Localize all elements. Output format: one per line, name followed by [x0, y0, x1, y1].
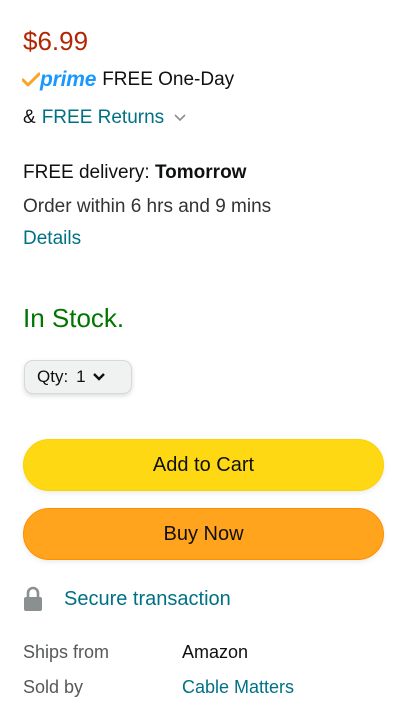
stock-status: In Stock. — [23, 303, 125, 333]
prime-check-icon — [22, 72, 40, 87]
prime-shipping-text: FREE One-Day — [102, 69, 235, 90]
delivery-date: Tomorrow — [154, 162, 247, 183]
delivery-label: FREE delivery: — [23, 162, 150, 183]
chevron-down-icon — [92, 372, 106, 382]
sold-by-row: Sold by Cable Matters — [23, 677, 294, 698]
buy-now-button[interactable]: Buy Now — [23, 508, 384, 560]
order-within-text: Order within 6 hrs and 9 mins — [23, 196, 272, 217]
ships-from-row: Ships from Amazon — [23, 642, 248, 663]
quantity-dropdown[interactable]: Qty: 1 — [24, 360, 132, 394]
delivery-info: FREE delivery: Tomorrow — [23, 162, 246, 184]
quantity-value: 1 — [76, 367, 86, 386]
seller-link[interactable]: Cable Matters — [182, 677, 294, 698]
returns-prefix: & — [23, 107, 36, 128]
free-returns-link[interactable]: FREE Returns — [42, 107, 164, 129]
details-link[interactable]: Details — [23, 228, 81, 250]
secure-transaction[interactable]: Secure transaction — [22, 586, 231, 612]
sold-by-label: Sold by — [23, 677, 84, 697]
ships-from-value: Amazon — [182, 642, 249, 662]
chevron-down-icon[interactable] — [174, 114, 186, 122]
product-price: $6.99 — [23, 26, 89, 56]
lock-icon — [22, 586, 44, 612]
secure-transaction-link[interactable]: Secure transaction — [64, 588, 231, 611]
prime-shipping: prime FREE One-Day — [22, 68, 234, 92]
prime-logo-text: prime — [40, 68, 97, 91]
ships-from-label: Ships from — [23, 642, 110, 662]
returns-row[interactable]: & FREE Returns — [23, 107, 186, 129]
quantity-label: Qty: — [37, 367, 69, 386]
prime-logo: prime — [22, 68, 96, 92]
add-to-cart-button[interactable]: Add to Cart — [23, 439, 384, 491]
